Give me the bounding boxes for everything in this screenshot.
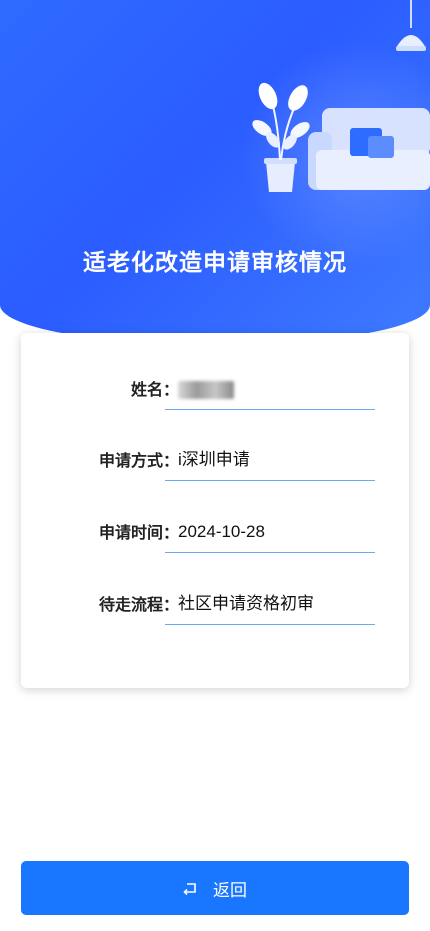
back-button-label: 返回 xyxy=(213,880,247,900)
method-field[interactable]: i深圳申请 xyxy=(165,439,375,481)
return-icon xyxy=(183,883,196,895)
time-field[interactable]: 2024-10-28 xyxy=(165,511,375,553)
page-title: 适老化改造申请审核情况 xyxy=(83,249,347,275)
application-info-card: 姓名： 申请方式： i深圳申请 申请时间： 2024-10-28 待走流程： 社… xyxy=(21,333,409,688)
header-banner: 适老化改造申请审核情况 xyxy=(0,0,430,345)
form-row-name: 姓名： xyxy=(21,368,409,414)
page: 适老化改造申请审核情况 姓名： 申请方式： i深圳申请 申请时间： 2024-1… xyxy=(0,0,430,931)
name-field[interactable] xyxy=(165,368,375,410)
process-field[interactable]: 社区申请资格初审 xyxy=(165,583,375,625)
form-row-time: 申请时间： 2024-10-28 xyxy=(21,511,409,557)
masked-name xyxy=(178,380,234,399)
home-illustration-icon xyxy=(252,0,430,192)
form-row-method: 申请方式： i深圳申请 xyxy=(21,439,409,485)
back-button[interactable]: 返回 xyxy=(21,861,409,915)
form-row-process: 待走流程： 社区申请资格初审 xyxy=(21,583,409,629)
